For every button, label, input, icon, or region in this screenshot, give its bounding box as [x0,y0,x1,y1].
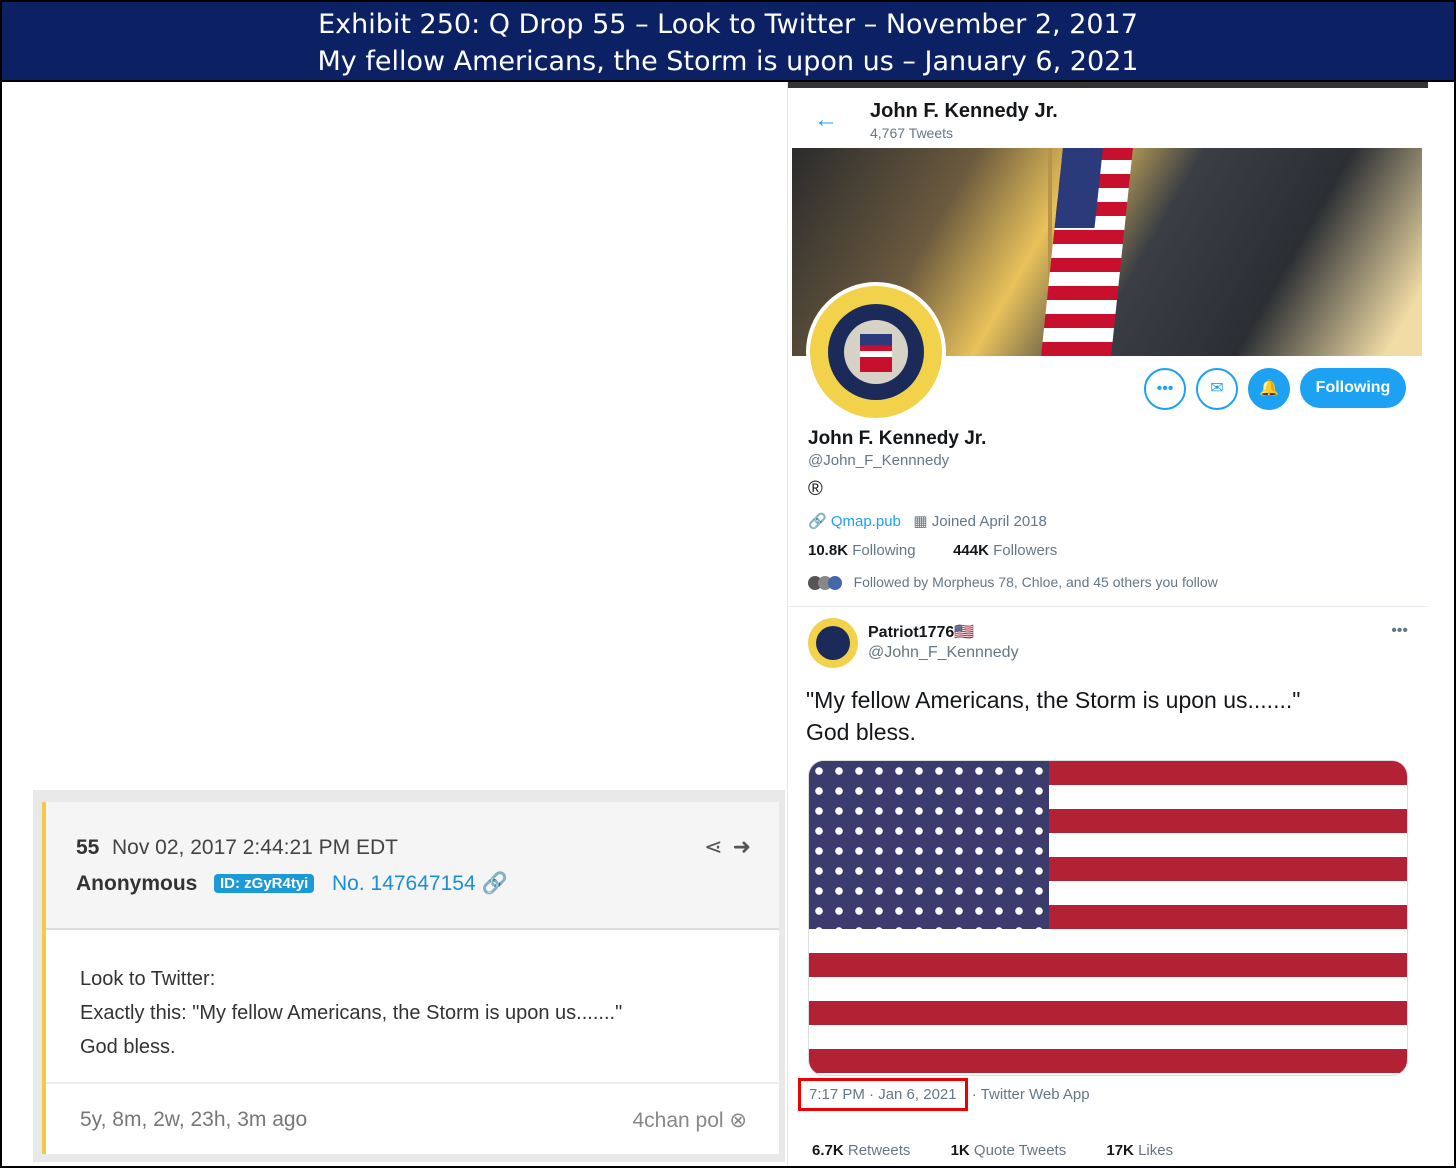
qdrop-number: 55 [76,836,100,859]
link-icon: 🔗 [808,513,827,530]
followers-stat[interactable]: 444K Followers [953,542,1057,559]
retweets-label: Retweets [847,1142,911,1159]
likes-count: 17K [1106,1142,1134,1159]
followers-label: Followers [993,542,1058,559]
retweets-stat[interactable]: 6.7K Retweets [812,1142,928,1159]
quote-tweets-label: Quote Tweets [973,1142,1067,1159]
qdrop-body: Look to Twitter: Exactly this: "My fello… [80,962,622,1064]
tweet-username[interactable]: Patriot1776🇺🇸 [868,622,974,642]
tweet-handle: @John_F_Kennnedy [868,644,1019,661]
qdrop-id-badge[interactable]: ID: zGyR4tyi [214,874,315,893]
qdrop-post-number: No. 147647154 [332,872,476,895]
calendar-icon: ▦ [913,513,928,530]
tweet-client: · Twitter Web App [971,1086,1090,1103]
qdrop-body-line: Look to Twitter: [80,968,216,990]
followers-count: 444K [953,542,989,559]
qdrop-body-line: Exactly this: "My fellow Americans, the … [80,1002,623,1024]
tweet-stats: 6.7K Retweets 1K Quote Tweets 17K Likes [812,1142,1209,1159]
profile-title: John F. Kennedy Jr. [870,100,1058,122]
qdrop-source: 4chan pol ⊗ [632,1108,747,1133]
notifications-bell-icon[interactable]: 🔔 [1248,368,1290,410]
qdrop-age: 5y, 8m, 2w, 23h, 3m ago [80,1108,308,1131]
profile-meta: 🔗 Qmap.pub ▦ Joined April 2018 [808,512,1047,530]
window-top-bar [788,82,1428,88]
quote-tweets-stat[interactable]: 1K Quote Tweets [951,1142,1085,1159]
share-icon[interactable]: ⋖ [704,834,722,859]
qdrop-actions: ⋖ ➜ [694,834,751,860]
tweet-count: 4,767 Tweets [870,125,954,141]
tweet-timestamp[interactable]: 7:17 PM · Jan 6, 2021 [809,1086,957,1103]
back-arrow-icon[interactable]: ← [814,106,838,134]
tweet-timestamp-row: 7:17 PM · Jan 6, 2021 · Twitter Web App [798,1078,1090,1111]
qdrop-footer: 5y, 8m, 2w, 23h, 3m ago 4chan pol ⊗ [46,1082,779,1156]
profile-handle: @John_F_Kennnedy [808,452,950,469]
tweet-avatar[interactable] [808,618,858,668]
tweet-text: "My fellow Americans, the Storm is upon … [806,684,1300,748]
twitter-panel: ← John F. Kennedy Jr. 4,767 Tweets ••• ✉… [787,82,1428,1166]
joined-date: Joined April 2018 [931,513,1047,530]
profile-stats: 10.8K Following 444K Followers [808,542,1057,559]
following-label: Following [852,542,916,559]
header-line-1: Exhibit 250: Q Drop 55 – Look to Twitter… [318,9,1138,40]
qdrop-source-label: 4chan pol [632,1109,724,1132]
followed-by[interactable]: Followed by Morpheus 78, Chloe, and 45 o… [808,574,1218,591]
link-icon: 🔗 [481,872,508,895]
qdrop-post-number-link[interactable]: No. 147647154 🔗 [332,872,508,896]
arrow-right-circle-icon[interactable]: ➜ [733,834,751,859]
likes-stat[interactable]: 17K Likes [1106,1142,1191,1159]
tweet-flag-image[interactable] [808,760,1408,1076]
following-count: 10.8K [808,542,849,559]
quote-tweets-count: 1K [950,1142,970,1159]
registered-mark: ® [808,478,823,500]
qdrop-date: Nov 02, 2017 2:44:21 PM EDT [112,836,398,859]
qdrop-card: 55 Nov 02, 2017 2:44:21 PM EDT ⋖ ➜ Anonym… [42,802,779,1154]
qdrop-body-line: God bless. [80,1036,176,1058]
flag-union [809,761,1049,929]
likes-label: Likes [1138,1142,1174,1159]
header-line-2: My fellow Americans, the Storm is upon u… [317,46,1139,77]
website-link[interactable]: Qmap.pub [831,513,901,530]
exhibit-header: Exhibit 250: Q Drop 55 – Look to Twitter… [2,2,1454,82]
follower-avatar [828,576,842,591]
profile-avatar-seal[interactable] [806,282,946,422]
following-stat[interactable]: 10.8K Following [808,542,916,559]
tweet-text-line: God bless. [806,719,916,745]
qdrop-header: 55 Nov 02, 2017 2:44:21 PM EDT ⋖ ➜ Anonym… [46,802,779,930]
tweet-timestamp-highlight: 7:17 PM · Jan 6, 2021 [798,1078,968,1111]
tweet-text-line: "My fellow Americans, the Storm is upon … [806,687,1301,713]
divider [788,606,1428,607]
message-icon[interactable]: ✉ [1196,368,1238,410]
qdrop-author: Anonymous [76,872,198,895]
close-circle-icon[interactable]: ⊗ [729,1109,747,1132]
profile-name: John F. Kennedy Jr. [808,428,987,449]
retweets-count: 6.7K [812,1142,844,1159]
more-options-icon[interactable]: ••• [1144,368,1186,410]
banner-flag [1041,148,1133,356]
followed-by-text: Followed by Morpheus 78, Chloe, and 45 o… [853,574,1218,590]
following-button[interactable]: Following [1300,368,1406,408]
tweet-more-icon[interactable]: ••• [1391,622,1408,640]
